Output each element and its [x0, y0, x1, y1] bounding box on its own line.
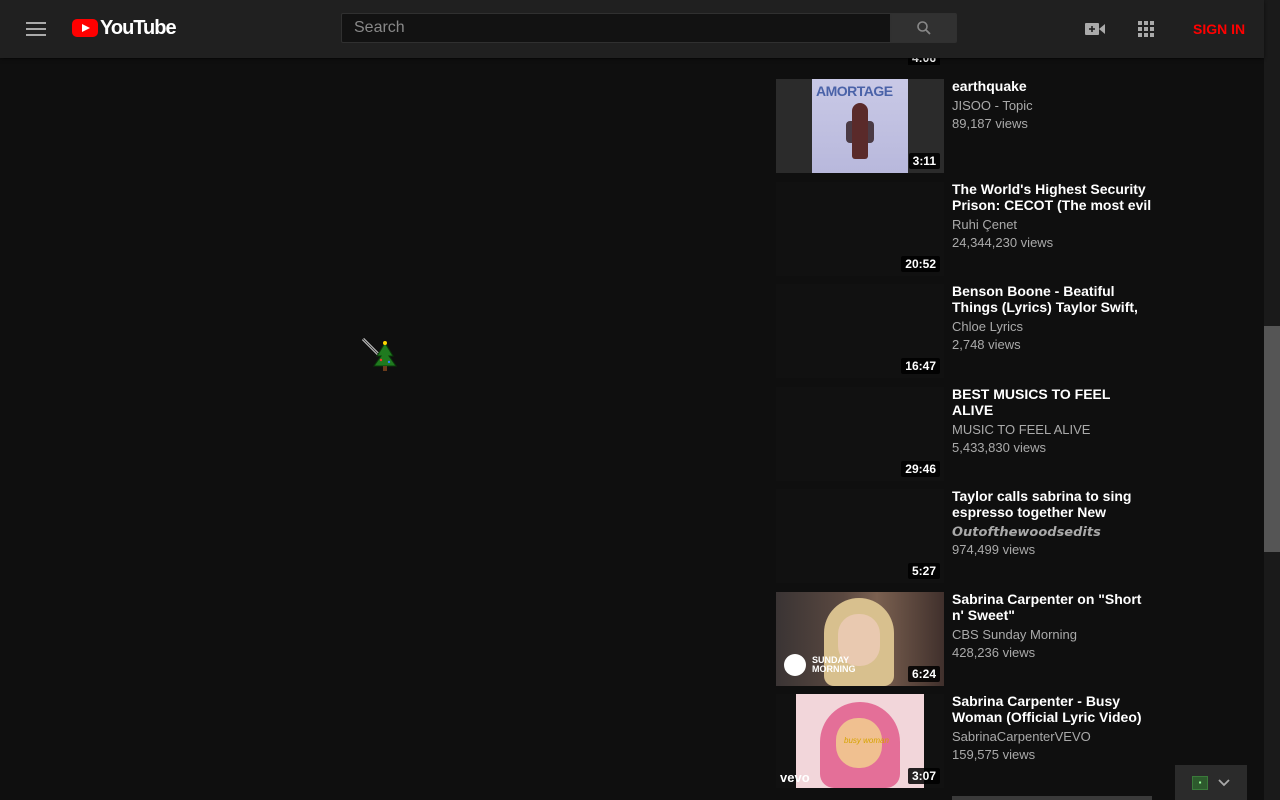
view-count: 24,344,230 views: [952, 235, 1054, 250]
video-thumbnail[interactable]: 16:47: [776, 284, 944, 378]
list-item[interactable]: 5:27 Taylor calls sabrina to sing espres…: [776, 488, 1156, 583]
youtube-play-icon: [72, 19, 98, 37]
video-thumbnail[interactable]: busy woman vevo 3:07: [776, 694, 944, 788]
view-count: 89,187 views: [952, 116, 1028, 131]
view-count: 428,236 views: [952, 645, 1036, 660]
related-videos: AMORTAGE 3:11 earthquake JISOO - Topic 8…: [776, 0, 1156, 800]
extension-icon[interactable]: ▪: [1192, 775, 1208, 790]
search-icon: [917, 21, 931, 35]
video-thumbnail[interactable]: 29:46: [776, 387, 944, 481]
duration-badge: 6:24: [907, 666, 940, 682]
view-count: 5,433,830 views: [952, 440, 1046, 455]
duration-badge: 5:27: [907, 563, 940, 579]
video-title[interactable]: BEST MUSICS TO FEEL ALIVE: [952, 386, 1152, 418]
duration-badge: 3:11: [908, 153, 940, 169]
list-item[interactable]: AMORTAGE 3:11 earthquake JISOO - Topic 8…: [776, 78, 1156, 173]
vevo-logo: vevo: [780, 770, 810, 785]
channel-name[interactable]: SabrinaCarpenterVEVO: [952, 729, 1152, 745]
thumbnail-text: SUNDAY MORNING: [812, 655, 856, 674]
menu-icon[interactable]: [24, 17, 48, 41]
channel-name[interactable]: 𝙊𝙪𝙩𝙤𝙛𝙩𝙝𝙚𝙬𝙤𝙤𝙙𝙨𝙚𝙙𝙞𝙩𝙨: [952, 524, 1152, 540]
video-thumbnail[interactable]: 5:27: [776, 489, 944, 583]
thumbnail-text: busy woman: [844, 736, 889, 745]
search-button[interactable]: [891, 13, 957, 43]
album-cover: AMORTAGE: [812, 79, 908, 173]
duration-badge: 20:52: [901, 256, 940, 272]
view-count: 974,499 views: [952, 542, 1036, 557]
channel-name[interactable]: CBS Sunday Morning: [952, 627, 1152, 643]
apps-grid-icon[interactable]: [1134, 17, 1158, 41]
duration-badge: 29:46: [901, 461, 940, 477]
view-count: 159,575 views: [952, 747, 1036, 762]
next-item-partial: [952, 796, 1152, 800]
duration-badge: 16:47: [901, 358, 940, 374]
duration-badge: 3:07: [907, 768, 940, 784]
sign-in-button[interactable]: SIGN IN: [1183, 14, 1255, 44]
scrollbar-thumb[interactable]: [1264, 326, 1280, 552]
video-thumbnail[interactable]: AMORTAGE 3:11: [776, 79, 944, 173]
logo-text: YouTube: [100, 16, 177, 39]
search-input[interactable]: [342, 14, 890, 42]
video-camera-icon[interactable]: [1083, 17, 1107, 41]
masthead: YouTube SIGN IN: [0, 0, 1264, 58]
channel-name[interactable]: MUSIC TO FEEL ALIVE: [952, 422, 1152, 438]
video-title[interactable]: Sabrina Carpenter on "Short n' Sweet": [952, 591, 1152, 623]
chevron-down-icon[interactable]: [1218, 778, 1230, 787]
list-item[interactable]: 16:47 Benson Boone - Beatiful Things (Ly…: [776, 283, 1156, 378]
video-title[interactable]: Sabrina Carpenter - Busy Woman (Official…: [952, 693, 1152, 725]
youtube-logo[interactable]: YouTube: [72, 16, 177, 40]
list-item[interactable]: busy woman vevo 3:07 Sabrina Carpenter -…: [776, 693, 1156, 788]
search-box: [341, 13, 891, 43]
thumbnail-text: AMORTAGE: [816, 83, 893, 99]
channel-name[interactable]: JISOO - Topic: [952, 98, 1152, 114]
video-title[interactable]: Benson Boone - Beatiful Things (Lyrics) …: [952, 283, 1152, 315]
list-item[interactable]: SUNDAY MORNING 6:24 Sabrina Carpenter on…: [776, 591, 1156, 686]
thumbnail-image: busy woman vevo: [780, 694, 924, 788]
video-thumbnail[interactable]: SUNDAY MORNING 6:24: [776, 592, 944, 686]
video-title[interactable]: The World's Highest Security Prison: CEC…: [952, 181, 1152, 213]
list-item[interactable]: 29:46 BEST MUSICS TO FEEL ALIVE MUSIC TO…: [776, 386, 1156, 481]
christmas-tree-cursor-icon: [361, 337, 397, 371]
video-title[interactable]: earthquake: [952, 78, 1152, 94]
cbs-sun-logo-icon: [784, 654, 806, 676]
list-item[interactable]: 20:52 The World's Highest Security Priso…: [776, 181, 1156, 276]
extension-tray[interactable]: ▪: [1175, 765, 1247, 800]
channel-name[interactable]: Ruhi Çenet: [952, 217, 1152, 233]
channel-name[interactable]: Chloe Lyrics: [952, 319, 1152, 335]
video-thumbnail[interactable]: 20:52: [776, 182, 944, 276]
video-title[interactable]: Taylor calls sabrina to sing espresso to…: [952, 488, 1152, 520]
view-count: 2,748 views: [952, 337, 1021, 352]
